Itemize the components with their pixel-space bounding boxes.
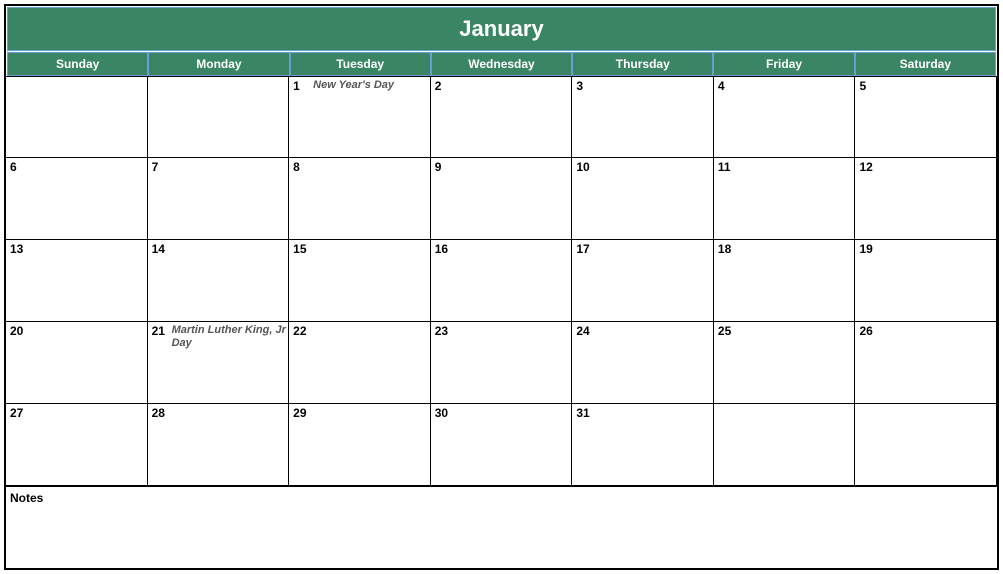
day-number: 12 — [859, 160, 872, 174]
day-number: 3 — [576, 79, 583, 93]
notes-label: Notes — [10, 491, 43, 505]
day-number: 8 — [293, 160, 300, 174]
calendar: January Sunday Monday Tuesday Wednesday … — [4, 4, 999, 570]
day-number: 26 — [859, 324, 872, 338]
day-cell[interactable]: 28 — [148, 404, 290, 486]
day-number: 17 — [576, 242, 589, 256]
day-number: 31 — [576, 406, 589, 420]
day-cell[interactable]: 31 — [572, 404, 714, 486]
day-cell[interactable]: 10 — [572, 158, 714, 240]
day-number: 1 — [293, 79, 300, 93]
day-cell[interactable] — [6, 76, 148, 158]
dow-saturday: Saturday — [855, 52, 996, 76]
day-number: 29 — [293, 406, 306, 420]
day-cell[interactable]: 1 New Year's Day — [289, 76, 431, 158]
day-cell[interactable]: 22 — [289, 322, 431, 404]
day-number: 10 — [576, 160, 589, 174]
day-number: 2 — [435, 79, 442, 93]
day-cell[interactable] — [855, 404, 997, 486]
day-cell[interactable]: 29 — [289, 404, 431, 486]
day-cell[interactable]: 7 — [148, 158, 290, 240]
day-number: 15 — [293, 242, 306, 256]
day-cell[interactable]: 24 — [572, 322, 714, 404]
day-event: Martin Luther King, Jr Day — [172, 324, 287, 350]
day-number: 11 — [718, 160, 731, 174]
day-number: 20 — [10, 324, 23, 338]
day-number: 19 — [859, 242, 872, 256]
dow-tuesday: Tuesday — [290, 52, 431, 76]
day-number: 24 — [576, 324, 589, 338]
day-number: 4 — [718, 79, 725, 93]
day-cell[interactable]: 8 — [289, 158, 431, 240]
day-cell[interactable]: 2 — [431, 76, 573, 158]
day-number: 5 — [859, 79, 866, 93]
day-cell[interactable]: 23 — [431, 322, 573, 404]
day-cell[interactable]: 12 — [855, 158, 997, 240]
day-cell[interactable]: 11 — [714, 158, 856, 240]
day-cell[interactable]: 27 — [6, 404, 148, 486]
day-cell[interactable]: 19 — [855, 240, 997, 322]
day-number: 6 — [10, 160, 17, 174]
week-row: 13 14 15 16 17 18 19 — [6, 240, 997, 322]
day-number: 23 — [435, 324, 448, 338]
notes-section[interactable]: Notes — [6, 486, 997, 568]
day-number: 14 — [152, 242, 165, 256]
day-cell[interactable]: 16 — [431, 240, 573, 322]
day-number: 16 — [435, 242, 448, 256]
day-cell[interactable]: 3 — [572, 76, 714, 158]
day-cell[interactable]: 15 — [289, 240, 431, 322]
day-number: 25 — [718, 324, 731, 338]
week-row: 20 21 Martin Luther King, Jr Day 22 23 24 25 26 — [6, 322, 997, 404]
day-cell[interactable] — [714, 404, 856, 486]
day-cell[interactable]: 18 — [714, 240, 856, 322]
dow-monday: Monday — [148, 52, 289, 76]
dow-thursday: Thursday — [572, 52, 713, 76]
day-number: 30 — [435, 406, 448, 420]
day-cell[interactable]: 9 — [431, 158, 573, 240]
month-title: January — [7, 7, 996, 51]
day-number: 27 — [10, 406, 23, 420]
dow-sunday: Sunday — [7, 52, 148, 76]
day-cell[interactable]: 30 — [431, 404, 573, 486]
day-cell[interactable]: 26 — [855, 322, 997, 404]
day-cell[interactable]: 6 — [6, 158, 148, 240]
day-cell[interactable]: 20 — [6, 322, 148, 404]
dow-friday: Friday — [713, 52, 854, 76]
day-number: 7 — [152, 160, 159, 174]
day-number: 9 — [435, 160, 442, 174]
day-number: 13 — [10, 242, 23, 256]
day-number: 21 — [152, 324, 165, 338]
week-row: 1 New Year's Day 2 3 4 5 — [6, 76, 997, 158]
week-row: 27 28 29 30 31 — [6, 404, 997, 486]
calendar-grid: 1New Year's Day2345678910111213141516171… — [6, 76, 997, 486]
week-row: 6 7 8 9 10 11 12 — [6, 158, 997, 240]
day-cell[interactable]: 5 — [855, 76, 997, 158]
day-of-week-header: Sunday Monday Tuesday Wednesday Thursday… — [7, 52, 996, 76]
day-cell[interactable]: 4 — [714, 76, 856, 158]
day-cell[interactable]: 21 Martin Luther King, Jr Day — [148, 322, 290, 404]
day-cell[interactable]: 25 — [714, 322, 856, 404]
day-cell[interactable]: 14 — [148, 240, 290, 322]
dow-wednesday: Wednesday — [431, 52, 572, 76]
day-cell[interactable]: 13 — [6, 240, 148, 322]
day-number: 28 — [152, 406, 165, 420]
day-event: New Year's Day — [313, 79, 428, 92]
day-number: 22 — [293, 324, 306, 338]
day-number: 18 — [718, 242, 731, 256]
day-cell[interactable]: 17 — [572, 240, 714, 322]
day-cell[interactable] — [148, 76, 290, 158]
